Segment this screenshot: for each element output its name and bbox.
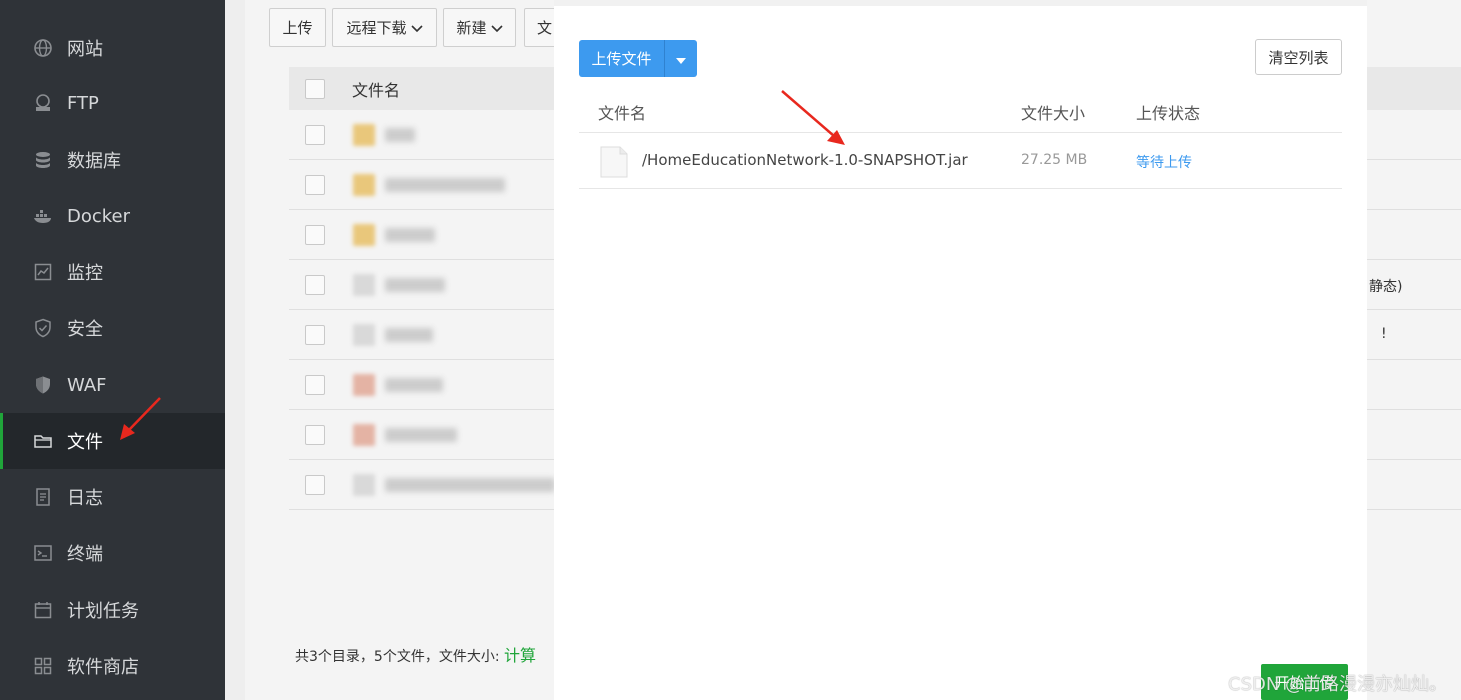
clear-list-button[interactable]: 清空列表: [1255, 39, 1342, 75]
sidebar-item-app-store[interactable]: 软件商店: [0, 638, 225, 694]
upload-list-item: /HomeEducationNetwork-1.0-SNAPSHOT.jar 2…: [579, 133, 1342, 189]
file-icon: [353, 423, 375, 446]
log-icon: [33, 487, 53, 507]
blurred-filename: [385, 427, 457, 442]
sidebar-item-files[interactable]: 文件: [0, 413, 225, 469]
folder-icon: [353, 223, 375, 246]
row-checkbox[interactable]: [305, 424, 325, 445]
row-checkbox[interactable]: [305, 474, 325, 495]
caret-down-icon: [676, 50, 686, 68]
blurred-filename: [385, 377, 443, 392]
monitor-icon: [33, 262, 53, 282]
sidebar-item-label: 文件: [67, 432, 103, 453]
sidebar-item-ftp[interactable]: FTP: [0, 75, 225, 131]
blurred-filename: [385, 177, 505, 192]
folder-icon: [353, 173, 375, 196]
sidebar-item-docker[interactable]: Docker: [0, 188, 225, 244]
file-icon: [353, 473, 375, 496]
file-icon: [600, 146, 628, 182]
chevron-down-icon: [490, 19, 503, 37]
column-header-status: 上传状态: [1136, 104, 1201, 123]
blurred-filename: [385, 277, 445, 292]
terminal-icon: [33, 543, 53, 563]
remote-download-label: 远程下载: [346, 19, 407, 37]
shield-icon: [33, 318, 53, 338]
file-icon: [353, 323, 375, 346]
summary-text: 共3个目录，5个文件，文件大小:: [295, 649, 504, 665]
sidebar-item-label: 网站: [67, 39, 103, 60]
sidebar-item-database[interactable]: 数据库: [0, 132, 225, 188]
waf-shield-icon: [33, 375, 53, 395]
sidebar-item-label: 日志: [67, 488, 103, 509]
sidebar-item-waf[interactable]: WAF: [0, 357, 225, 413]
upload-status-badge: 等待上传: [1136, 155, 1192, 171]
sidebar-item-cron[interactable]: 计划任务: [0, 582, 225, 638]
calculate-size-link[interactable]: 计算: [504, 646, 536, 665]
file-icon: [353, 373, 375, 396]
apps-grid-icon: [33, 656, 53, 676]
row-checkbox[interactable]: [305, 124, 325, 145]
upload-toolbar-label: 上传: [282, 19, 313, 37]
row-checkbox[interactable]: [305, 224, 325, 245]
upload-toolbar-button[interactable]: 上传: [269, 8, 326, 47]
new-button[interactable]: 新建: [443, 8, 516, 47]
upload-dialog: 上传文件 清空列表 文件名 文件大小 上传状态 /HomeEducationNe…: [554, 0, 1367, 700]
row-checkbox[interactable]: [305, 374, 325, 395]
sidebar-item-label: 终端: [67, 544, 103, 565]
column-header-filename: 文件名: [598, 104, 647, 123]
row-checkbox[interactable]: [305, 274, 325, 295]
remote-download-button[interactable]: 远程下载: [332, 8, 437, 47]
globe-icon: [33, 38, 53, 58]
sidebar: 网站 FTP 数据库 Docker 监控 安全 WAF 文件 日志 终端 计划任…: [0, 0, 225, 700]
row-remark: !: [1381, 326, 1387, 342]
upload-file-button[interactable]: 上传文件: [579, 40, 665, 77]
sidebar-item-label: WAF: [67, 374, 107, 396]
select-all-checkbox[interactable]: [305, 78, 325, 99]
sidebar-item-security[interactable]: 安全: [0, 300, 225, 356]
docker-icon: [33, 206, 53, 226]
row-remark: 静态): [1369, 279, 1403, 295]
blurred-filename: [385, 477, 555, 492]
sidebar-item-monitor[interactable]: 监控: [0, 244, 225, 300]
new-label: 新建: [456, 19, 487, 37]
clear-list-label: 清空列表: [1268, 48, 1329, 67]
directory-summary: 共3个目录，5个文件，文件大小: 计算: [295, 642, 536, 666]
upload-list-header: 文件名 文件大小 上传状态: [579, 88, 1342, 133]
row-checkbox[interactable]: [305, 174, 325, 195]
truncated-label: 文: [537, 19, 553, 37]
column-header-filesize: 文件大小: [1021, 104, 1086, 123]
sidebar-item-label: 安全: [67, 319, 103, 340]
upload-file-label: 上传文件: [591, 50, 652, 68]
sidebar-item-terminal[interactable]: 终端: [0, 525, 225, 581]
database-icon: [33, 150, 53, 170]
sidebar-item-label: 计划任务: [67, 601, 139, 622]
dialog-top-strip: [554, 0, 1367, 6]
row-checkbox[interactable]: [305, 324, 325, 345]
sidebar-item-label: FTP: [67, 92, 99, 114]
calendar-icon: [33, 600, 53, 620]
sidebar-item-label: Docker: [67, 205, 131, 227]
watermark: CSDN @前路漫漫亦灿灿。: [1228, 674, 1448, 695]
chevron-down-icon: [410, 19, 423, 37]
sidebar-item-logs[interactable]: 日志: [0, 469, 225, 525]
folder-icon: [353, 123, 375, 146]
sidebar-item-website[interactable]: 网站: [0, 20, 225, 76]
upload-file-name: /HomeEducationNetwork-1.0-SNAPSHOT.jar: [642, 151, 968, 169]
ftp-icon: [33, 93, 53, 113]
blurred-filename: [385, 327, 433, 342]
blurred-filename: [385, 127, 415, 142]
folder-icon: [33, 431, 53, 451]
upload-options-dropdown[interactable]: [665, 40, 697, 77]
upload-file-size: 27.25 MB: [1021, 152, 1088, 168]
upload-file-split-button: 上传文件: [579, 40, 697, 77]
sidebar-item-label: 监控: [67, 263, 103, 284]
sidebar-item-label: 软件商店: [67, 657, 139, 678]
column-header-filename: 文件名: [352, 80, 401, 100]
file-icon: [353, 273, 375, 296]
blurred-filename: [385, 227, 435, 242]
sidebar-item-label: 数据库: [67, 151, 121, 172]
